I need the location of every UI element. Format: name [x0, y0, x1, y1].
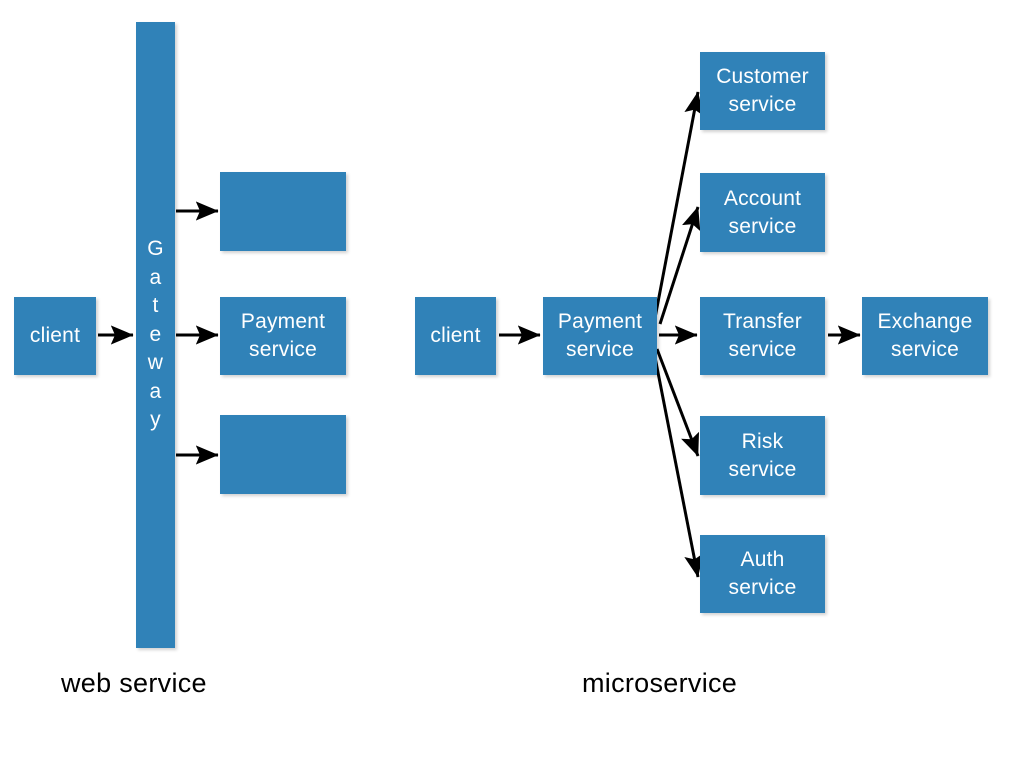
arrow-payment-service-to-customer-service: [653, 91, 704, 319]
gateway-label: Gateway: [147, 235, 164, 435]
gateway-letter: e: [149, 322, 162, 346]
gateway-letter: G: [147, 237, 164, 261]
micro-risk-service-box[interactable]: Risk service: [700, 416, 825, 495]
web-payment-service-box[interactable]: Payment service: [220, 297, 346, 375]
web-bottom-service-box[interactable]: [220, 415, 346, 494]
diagram-canvas: client Gateway Payment service client Pa…: [0, 0, 1024, 768]
gateway-bar[interactable]: Gateway: [136, 22, 175, 648]
arrow-payment-service-to-auth-service: [652, 351, 704, 578]
web-top-service-box[interactable]: [220, 172, 346, 251]
micro-customer-service-box[interactable]: Customer service: [700, 52, 825, 130]
gateway-letter: a: [149, 379, 162, 403]
gateway-letter: a: [149, 265, 162, 289]
gateway-letter: y: [150, 408, 161, 432]
web-client-box[interactable]: client: [14, 297, 96, 375]
micro-auth-service-box[interactable]: Auth service: [700, 535, 825, 613]
gateway-letter: w: [147, 351, 164, 375]
micro-exchange-service-box[interactable]: Exchange service: [862, 297, 988, 375]
web-service-caption: web service: [61, 668, 207, 698]
micro-account-service-box[interactable]: Account service: [700, 173, 825, 252]
micro-transfer-service-box[interactable]: Transfer service: [700, 297, 825, 375]
gateway-letter: t: [152, 294, 159, 318]
micro-payment-service-box[interactable]: Payment service: [543, 297, 657, 375]
arrow-payment-service-to-risk-service: [655, 348, 700, 457]
microservice-caption: microservice: [582, 668, 738, 698]
micro-client-box[interactable]: client: [415, 297, 496, 375]
arrow-payment-service-to-account-service: [658, 206, 701, 325]
